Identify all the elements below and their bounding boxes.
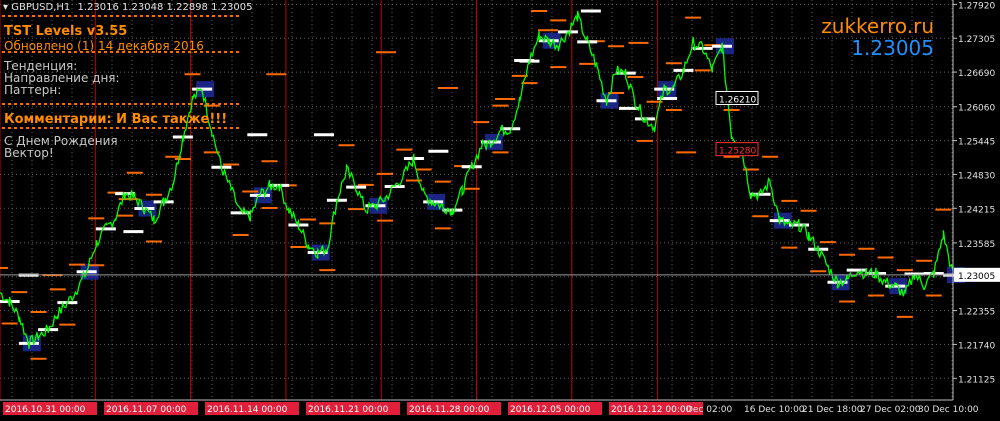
brand-price: 1.23005 xyxy=(851,36,934,60)
price-tick-label: 1.26690 xyxy=(958,69,995,79)
price-tick-label: 1.24215 xyxy=(958,205,995,215)
price-tick-label: 1.21125 xyxy=(958,375,995,385)
price-tick-label: 1.27305 xyxy=(958,35,995,45)
price-tick-label: 1.26060 xyxy=(958,104,995,114)
time-label: 21 Dec 18:00 xyxy=(802,405,863,415)
date-label: 2016.12.05 00:00 xyxy=(510,405,591,415)
comment-label: Комментарии: И Вас также!!! xyxy=(4,112,228,127)
greeting-line-2: Вектор! xyxy=(4,146,54,160)
date-label: 2016.10.31 00:00 xyxy=(5,405,86,415)
time-label: 30 Dec 10:00 xyxy=(918,405,979,415)
level-label: 1.25280 xyxy=(719,147,756,157)
ohlc-label: 1.23016 1.23048 1.22898 1.23005 xyxy=(77,2,253,13)
symbol-label: GBPUSD,H1 xyxy=(11,2,71,13)
date-label: 2016.11.28 00:00 xyxy=(409,405,490,415)
level-label: 1.26210 xyxy=(719,95,756,105)
price-tick-label: 1.21740 xyxy=(958,341,995,351)
indicator-title: TST Levels v3.55 xyxy=(4,24,128,39)
brand-site: zukkerro.ru xyxy=(821,14,934,38)
price-tick-label: 1.27920 xyxy=(958,1,995,11)
date-label: 2016.11.21 00:00 xyxy=(308,405,389,415)
collapse-arrow-icon[interactable]: ▾ xyxy=(3,2,8,13)
time-label: Dec 02:00 xyxy=(686,405,732,415)
price-tick-label: 1.25445 xyxy=(958,138,995,148)
pattern-label: Паттерн: xyxy=(4,83,62,97)
date-label: 2016.11.07 00:00 xyxy=(106,405,187,415)
chart-root: 1.26210 1.25280 1.27920 1.27305 1.26690 1.260… xyxy=(0,0,1000,417)
price-tick-label: 1.22355 xyxy=(958,308,995,318)
time-label: 27 Dec 02:00 xyxy=(860,405,921,415)
update-label: Обновлено (1) 14 декабря 2016 xyxy=(4,39,204,53)
current-price-label: 1.23005 xyxy=(958,272,995,282)
price-tick-label: 1.24830 xyxy=(958,171,995,181)
price-tick-label: 1.23585 xyxy=(958,240,995,250)
date-label: 2016.12.12 00:00 xyxy=(611,405,692,415)
time-label: 16 Dec 10:00 xyxy=(744,405,805,415)
chart-header: ▾ GBPUSD,H1 1.23016 1.23048 1.22898 1.23… xyxy=(3,2,252,13)
date-label: 2016.11.14 00:00 xyxy=(207,405,288,415)
price-chart[interactable]: 1.26210 1.25280 1.27920 1.27305 1.26690 1.260… xyxy=(0,0,1000,417)
